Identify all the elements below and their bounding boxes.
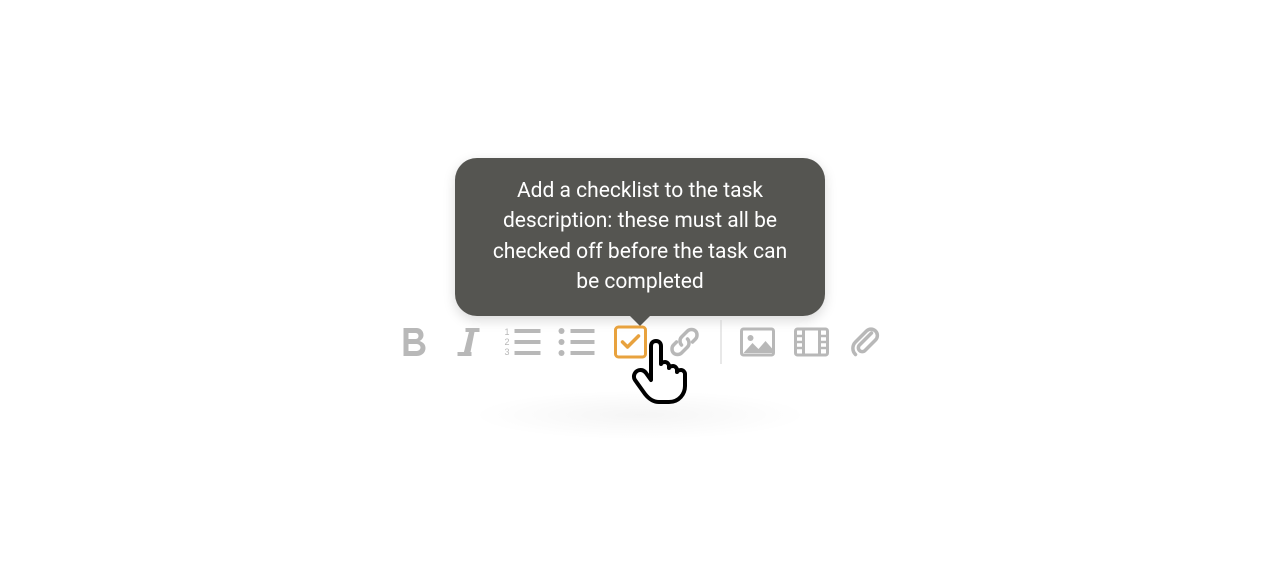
attachment-button[interactable] [848,324,884,360]
bold-icon [401,326,429,358]
bold-button[interactable] [397,324,433,360]
ordered-list-button[interactable]: 1 2 3 [505,324,541,360]
toolbar-divider [721,320,722,364]
tooltip: Add a checklist to the task description:… [455,158,825,316]
drop-shadow [470,390,810,440]
unordered-list-icon [559,327,595,357]
formatting-toolbar: 1 2 3 [397,320,884,364]
tooltip-text: Add a checklist to the task description:… [493,179,787,294]
svg-text:1: 1 [505,327,510,337]
link-icon [668,325,702,359]
ordered-list-icon: 1 2 3 [505,327,541,357]
image-button[interactable] [740,324,776,360]
image-icon [740,327,776,357]
video-icon [794,327,830,357]
link-button[interactable] [667,324,703,360]
svg-text:2: 2 [505,337,510,347]
checklist-button[interactable] [613,324,649,360]
italic-button[interactable] [451,324,487,360]
svg-text:3: 3 [505,347,510,357]
unordered-list-button[interactable] [559,324,595,360]
checklist-icon [614,325,648,359]
paperclip-icon [850,325,882,359]
italic-icon [456,326,482,358]
video-button[interactable] [794,324,830,360]
